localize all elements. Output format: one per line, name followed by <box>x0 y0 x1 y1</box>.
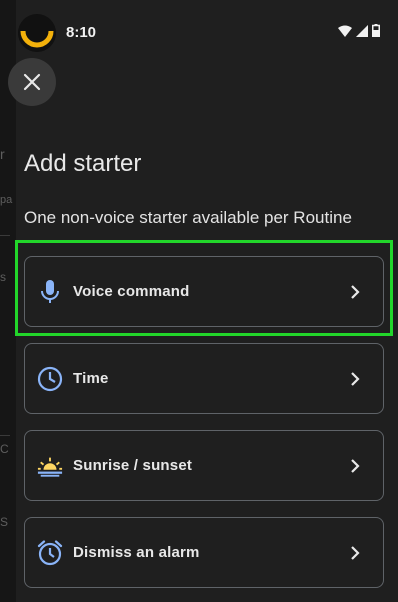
starter-option-time[interactable]: Time <box>24 343 384 414</box>
alarm-icon <box>37 540 63 566</box>
starter-option-voice-command[interactable]: Voice command <box>24 256 384 327</box>
clock-icon <box>37 366 63 392</box>
close-button[interactable] <box>8 58 56 106</box>
status-time: 8:10 <box>66 24 97 41</box>
background-divider <box>0 435 10 436</box>
background-text: s <box>0 270 6 284</box>
option-label: Dismiss an alarm <box>73 544 200 561</box>
smile-logo-icon <box>18 14 56 52</box>
signal-icon <box>356 24 368 37</box>
option-label: Sunrise / sunset <box>73 457 193 474</box>
sunrise-icon <box>37 453 63 479</box>
background-text: S <box>0 515 9 529</box>
chevron-right-icon <box>351 546 360 560</box>
option-label: Voice command <box>73 283 190 300</box>
option-label: Time <box>73 370 109 387</box>
starter-option-sunrise-sunset[interactable]: Sunrise / sunset <box>24 430 384 501</box>
wifi-icon <box>338 25 352 37</box>
background-text: pa <box>0 194 13 206</box>
background-divider <box>0 235 10 236</box>
chevron-right-icon <box>351 372 360 386</box>
avatar[interactable] <box>18 14 56 52</box>
mic-icon <box>37 279 63 305</box>
close-icon <box>23 73 41 91</box>
starter-options-list: Voice command Time Sunrise / sunset Dism… <box>24 256 384 602</box>
screen: r pa s C S 8:10 Add starter One non-voic… <box>0 0 398 602</box>
chevron-right-icon <box>351 459 360 473</box>
background-text: C <box>0 442 9 456</box>
chevron-right-icon <box>351 285 360 299</box>
background-text: r <box>0 146 5 162</box>
status-icons <box>338 24 380 37</box>
starter-option-dismiss-alarm[interactable]: Dismiss an alarm <box>24 517 384 588</box>
dialog-title: Add starter <box>24 150 142 177</box>
dialog-subtitle: One non-voice starter available per Rout… <box>24 208 352 227</box>
battery-icon <box>372 24 380 37</box>
status-bar: 8:10 <box>0 0 398 62</box>
